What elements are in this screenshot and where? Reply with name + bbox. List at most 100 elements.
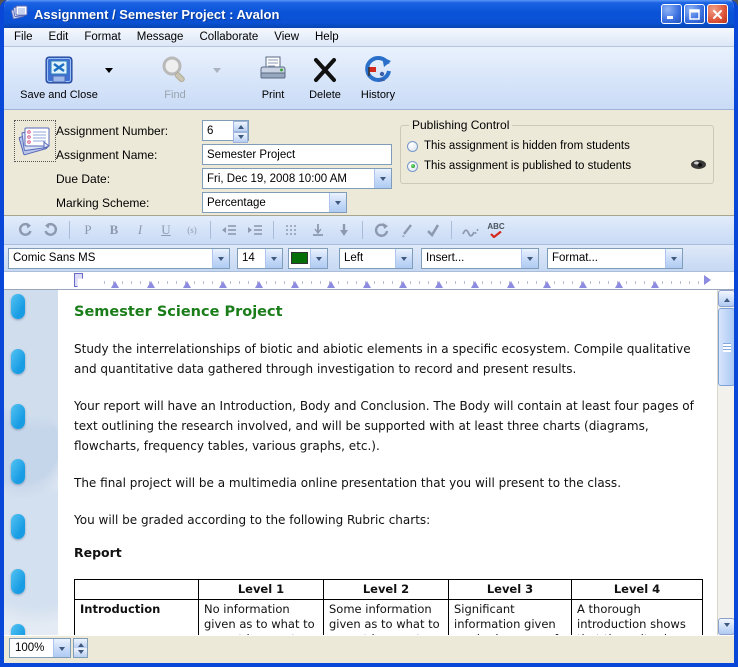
assignment-number-spinner[interactable]: 6 [202, 120, 249, 141]
alignment-select[interactable]: Left [339, 248, 413, 269]
table-header-row: Level 1 Level 2 Level 3 Level 4 [75, 580, 703, 600]
format-select[interactable]: Format... [547, 248, 683, 269]
title-bar: Assignment / Semester Project : Avalon [4, 0, 734, 28]
zoom-dropdown-arrow[interactable] [53, 639, 70, 657]
text-color-dropdown-arrow[interactable] [310, 249, 327, 268]
menu-message[interactable]: Message [129, 29, 192, 45]
paragraph: Your report will have an Introduction, B… [74, 396, 710, 456]
zoom-control[interactable]: 100% [9, 638, 88, 658]
due-date-label: Due Date: [56, 172, 202, 186]
font-name-select[interactable]: Comic Sans MS [8, 248, 230, 269]
line-spacing-icon[interactable] [279, 220, 305, 240]
report-section-heading: Report [74, 543, 710, 563]
header-cell-level1: Level 1 [199, 580, 324, 600]
menu-format[interactable]: Format [76, 29, 128, 45]
paragraph-icon[interactable]: P [75, 220, 101, 240]
assignment-name-input[interactable]: Semester Project [202, 144, 392, 165]
menu-help[interactable]: Help [307, 29, 347, 45]
scrollbar-thumb[interactable] [718, 308, 734, 386]
strikethrough-icon[interactable]: (s) [179, 220, 205, 240]
font-size-dropdown-arrow[interactable] [265, 249, 282, 268]
underline-icon[interactable]: U [153, 220, 179, 240]
minimize-button[interactable] [661, 4, 682, 24]
eye-icon [690, 159, 707, 173]
italic-icon[interactable]: I [127, 220, 153, 240]
insert-dropdown-arrow[interactable] [521, 249, 538, 268]
save-and-close-button[interactable]: Save and Close [16, 53, 102, 101]
signature-icon[interactable] [457, 220, 483, 240]
print-icon [257, 53, 289, 87]
align-top-icon[interactable] [305, 220, 331, 240]
table-row: Introduction No information given as to … [75, 600, 703, 636]
marking-scheme-label: Marking Scheme: [56, 196, 202, 210]
assignment-name-value: Semester Project [207, 149, 295, 161]
document-editor[interactable]: Semester Science Project Study the inter… [4, 290, 734, 635]
radio-hidden-label: This assignment is hidden from students [424, 140, 630, 152]
scroll-down-button[interactable] [718, 618, 734, 635]
spellcheck-icon[interactable]: ABC [483, 220, 509, 240]
menu-bar: File Edit Format Message Collaborate Vie… [4, 28, 734, 47]
menu-edit[interactable]: Edit [41, 29, 77, 45]
zoom-spinner[interactable] [73, 638, 88, 658]
main-toolbar: Save and Close Find [4, 47, 734, 110]
due-date-dropdown-arrow[interactable] [374, 169, 391, 188]
pencil-icon[interactable] [394, 220, 420, 240]
refresh-icon[interactable] [368, 220, 394, 240]
zoom-select[interactable]: 100% [9, 638, 71, 658]
text-color-select[interactable] [288, 248, 328, 269]
close-button[interactable] [707, 4, 728, 24]
marking-scheme-select[interactable]: Percentage [202, 192, 347, 213]
format-value: Format... [552, 252, 598, 264]
history-label: History [361, 89, 395, 101]
format-dropdown-arrow[interactable] [665, 249, 682, 268]
insert-value: Insert... [426, 252, 464, 264]
menu-view[interactable]: View [266, 29, 307, 45]
outdent-icon[interactable] [216, 220, 242, 240]
notebook-margin [4, 290, 58, 635]
delete-icon [310, 53, 340, 87]
indent-icon[interactable] [242, 220, 268, 240]
vertical-scrollbar[interactable] [717, 290, 734, 635]
radio-hidden-from-students[interactable]: This assignment is hidden from students [407, 136, 707, 156]
scroll-up-button[interactable] [718, 290, 734, 307]
cell-level4: A thorough introduction shows that the w… [572, 600, 703, 636]
alignment-dropdown-arrow[interactable] [395, 249, 412, 268]
assignment-icon [14, 120, 56, 162]
save-dropdown-arrow[interactable] [102, 53, 116, 87]
marking-scheme-dropdown-arrow[interactable] [329, 193, 346, 212]
redo-icon[interactable] [38, 220, 64, 240]
right-margin-marker[interactable] [704, 275, 716, 285]
assignment-number-value: 6 [207, 125, 213, 137]
cell-level1: No information given as to what to expec… [199, 600, 324, 636]
menu-file[interactable]: File [6, 29, 41, 45]
menu-collaborate[interactable]: Collaborate [191, 29, 266, 45]
bold-icon[interactable]: B [101, 220, 127, 240]
due-date-select[interactable]: Fri, Dec 19, 2008 10:00 AM [202, 168, 392, 189]
document-content[interactable]: Semester Science Project Study the inter… [74, 290, 710, 635]
zoom-value: 100% [15, 642, 44, 654]
print-button[interactable]: Print [250, 53, 296, 101]
checkmark-icon[interactable] [420, 220, 446, 240]
find-icon [159, 53, 191, 87]
font-name-dropdown-arrow[interactable] [212, 249, 229, 268]
radio-button-published[interactable] [407, 161, 418, 172]
ruler[interactable] [4, 272, 734, 290]
paragraph: You will be graded according to the foll… [74, 510, 710, 530]
radio-button-hidden[interactable] [407, 141, 418, 152]
maximize-button[interactable] [684, 4, 705, 24]
history-button[interactable]: History [352, 53, 404, 101]
row-label-introduction: Introduction [75, 600, 199, 636]
indent-marker[interactable] [74, 273, 83, 287]
text-color-swatch [291, 252, 308, 264]
radio-published-to-students[interactable]: This assignment is published to students [407, 156, 707, 176]
marking-scheme-value: Percentage [207, 197, 266, 209]
history-icon [362, 53, 394, 87]
undo-icon[interactable] [12, 220, 38, 240]
assignment-number-spin-buttons[interactable] [233, 121, 248, 140]
delete-button[interactable]: Delete [300, 53, 350, 101]
app-window: Assignment / Semester Project : Avalon F… [0, 0, 738, 667]
publishing-control-legend: Publishing Control [409, 118, 512, 132]
font-size-select[interactable]: 14 [237, 248, 283, 269]
insert-select[interactable]: Insert... [421, 248, 539, 269]
arrow-down-icon[interactable] [331, 220, 357, 240]
